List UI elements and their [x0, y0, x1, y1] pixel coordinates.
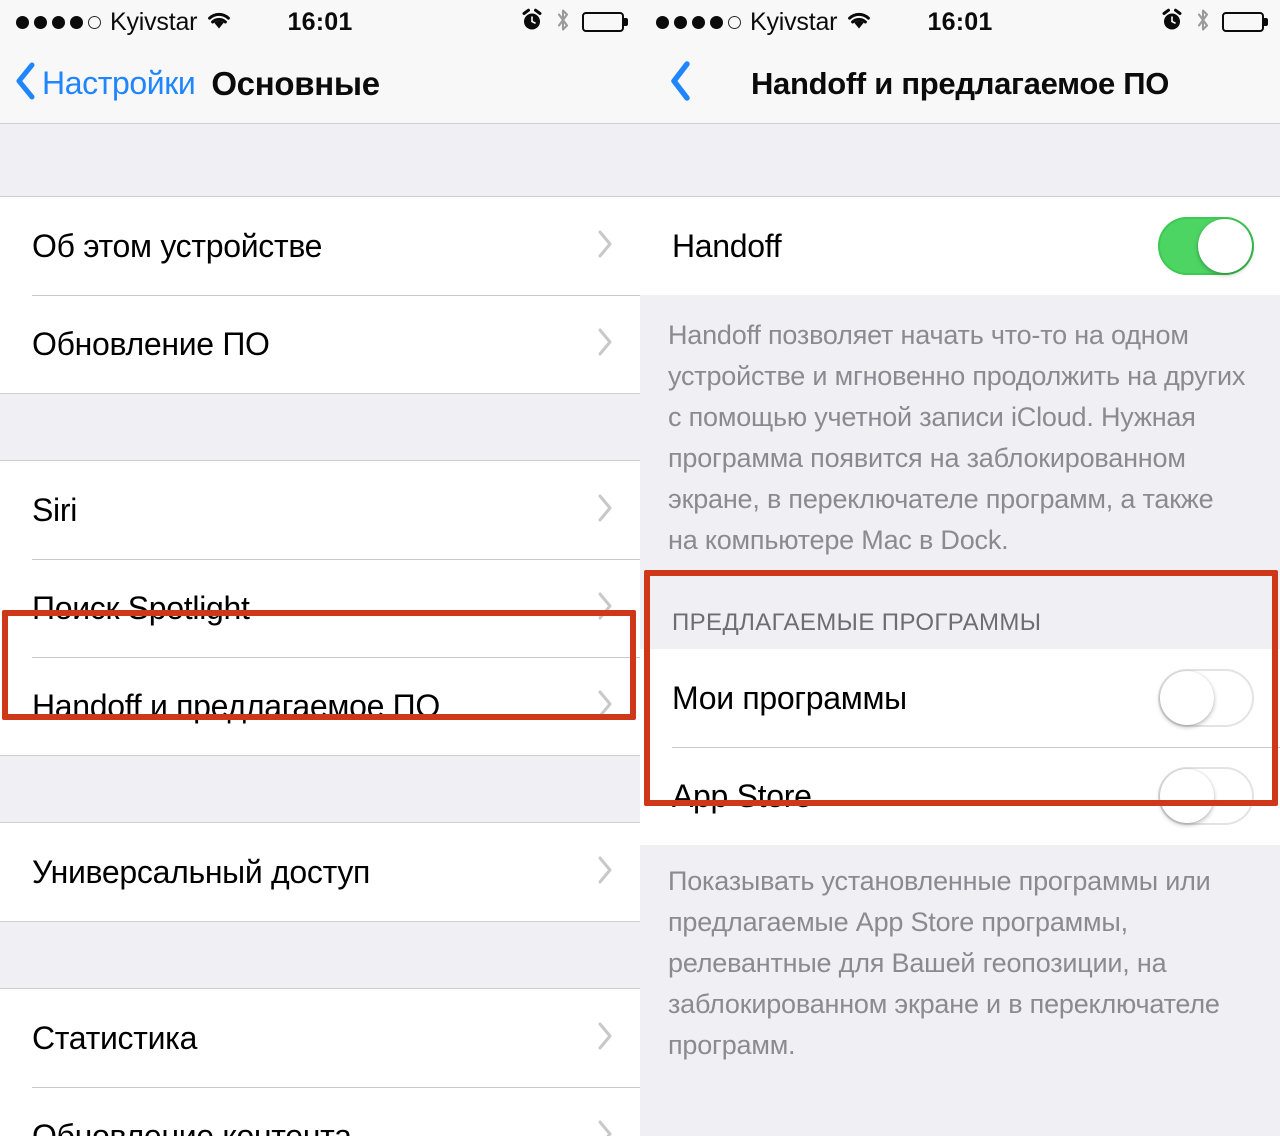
settings-row-label: Handoff и предлагаемое ПО [32, 687, 440, 724]
wifi-icon [206, 10, 232, 35]
settings-row-siri[interactable]: Siri [0, 461, 640, 559]
handoff-settings-list: Handoff Handoff позволяет начать что-то … [640, 124, 1280, 1084]
handoff-row[interactable]: Handoff [640, 197, 1280, 295]
signal-dot-4 [710, 15, 723, 29]
settings-group-accessibility: Универсальный доступ [0, 823, 640, 921]
handoff-group: Handoff [640, 197, 1280, 295]
chevron-right-icon [596, 855, 614, 890]
carrier-name: Kyivstar [750, 7, 838, 36]
chevron-right-icon [596, 591, 614, 626]
settings-row-spotlight-search[interactable]: Поиск Spotlight [0, 559, 640, 657]
section-gap-top-right [640, 124, 1280, 197]
my-apps-row[interactable]: Мои программы [640, 649, 1280, 747]
settings-row-label: Статистика [32, 1019, 198, 1056]
chevron-right-icon [596, 493, 614, 528]
settings-row-label: Обновление контента [32, 1117, 352, 1136]
chevron-right-icon [596, 1119, 614, 1136]
settings-row-usage[interactable]: Статистика [0, 989, 640, 1087]
settings-row-handoff-suggested-apps[interactable]: Handoff и предлагаемое ПО [0, 657, 640, 755]
bluetooth-icon [1195, 8, 1211, 37]
settings-group-device: Об этом устройстве Обновление ПО [0, 197, 640, 393]
battery-icon [582, 12, 624, 32]
back-button-settings[interactable]: Настройки [14, 61, 196, 106]
nav-bar-right: Handoff и предлагаемое ПО [640, 44, 1280, 124]
signal-dot-3 [52, 15, 65, 29]
toggle-knob [1160, 769, 1214, 823]
signal-dot-1 [16, 15, 29, 29]
chevron-left-icon [14, 61, 36, 106]
my-apps-label: Мои программы [672, 679, 907, 716]
battery-icon [1222, 12, 1264, 32]
chevron-right-icon [596, 689, 614, 724]
chevron-right-icon [596, 1021, 614, 1056]
signal-strength-dots [16, 15, 101, 29]
carrier-name: Kyivstar [110, 7, 198, 36]
settings-row-about[interactable]: Об этом устройстве [0, 197, 640, 295]
section-gap-3 [0, 921, 640, 989]
settings-row-label: Универсальный доступ [32, 853, 371, 890]
suggested-apps-section-header: ПРЕДЛАГАЕМЫЕ ПРОГРАММЫ [640, 579, 1280, 649]
settings-row-software-update[interactable]: Обновление ПО [0, 295, 640, 393]
left-panel-general-settings: Kyivstar 16:01 Настройки Основные Об это… [0, 0, 640, 1136]
signal-dot-2 [34, 15, 47, 29]
app-store-row[interactable]: App Store [640, 747, 1280, 845]
toggle-knob [1160, 671, 1214, 725]
suggested-apps-description: Показывать установленные программы или п… [640, 845, 1280, 1084]
app-store-toggle[interactable] [1158, 767, 1254, 825]
settings-row-background-app-refresh[interactable]: Обновление контента [0, 1087, 640, 1136]
back-button-label: Настройки [42, 65, 196, 101]
app-store-label: App Store [672, 777, 812, 814]
status-bar-indicators [520, 8, 624, 37]
status-bar-carrier-group: Kyivstar [16, 8, 232, 37]
status-bar-right: Kyivstar 16:01 [640, 0, 1280, 44]
settings-row-label: Поиск Spotlight [32, 589, 250, 626]
nav-bar-left: Настройки Основные [0, 44, 640, 124]
page-title-right: Handoff и предлагаемое ПО [750, 65, 1170, 101]
settings-row-label: Siri [32, 491, 78, 528]
signal-dot-3 [692, 15, 705, 29]
handoff-label: Handoff [672, 227, 782, 264]
wifi-icon [846, 10, 872, 35]
signal-dot-2 [674, 15, 687, 29]
handoff-description: Handoff позволяет начать что-то на одном… [640, 295, 1280, 579]
alarm-clock-icon [1160, 8, 1184, 37]
handoff-toggle[interactable] [1158, 217, 1254, 275]
status-bar-left: Kyivstar 16:01 [0, 0, 640, 44]
signal-dot-5 [728, 15, 741, 29]
chevron-left-icon [668, 59, 692, 108]
signal-strength-dots [656, 15, 741, 29]
suggested-apps-group: Мои программы App Store [640, 649, 1280, 845]
section-gap-top [0, 124, 640, 197]
settings-list-left: Об этом устройстве Обновление ПО Siri По… [0, 124, 640, 1136]
settings-group-usage: Статистика Обновление контента [0, 989, 640, 1136]
dual-screenshot: Kyivstar 16:01 Настройки Основные Об это… [0, 0, 1280, 1136]
settings-row-label: Обновление ПО [32, 325, 270, 362]
alarm-clock-icon [520, 8, 544, 37]
section-gap-1 [0, 393, 640, 461]
settings-group-siri-handoff: Siri Поиск Spotlight Handoff и предлагае… [0, 461, 640, 755]
section-gap-2 [0, 755, 640, 823]
bluetooth-icon [555, 8, 571, 37]
settings-row-accessibility[interactable]: Универсальный доступ [0, 823, 640, 921]
signal-dot-1 [656, 15, 669, 29]
my-apps-toggle[interactable] [1158, 669, 1254, 727]
signal-dot-5 [88, 15, 101, 29]
right-panel-handoff-settings: Kyivstar 16:01 Handoff и предлагаемое ПО… [640, 0, 1280, 1136]
chevron-right-icon [596, 327, 614, 362]
settings-row-label: Об этом устройстве [32, 227, 323, 264]
status-bar-indicators [1160, 8, 1264, 37]
toggle-knob [1198, 219, 1252, 273]
page-title-left: Основные [211, 64, 380, 102]
chevron-right-icon [596, 229, 614, 264]
signal-dot-4 [70, 15, 83, 29]
back-button-general[interactable] [668, 59, 692, 108]
status-bar-carrier-group: Kyivstar [656, 8, 872, 37]
